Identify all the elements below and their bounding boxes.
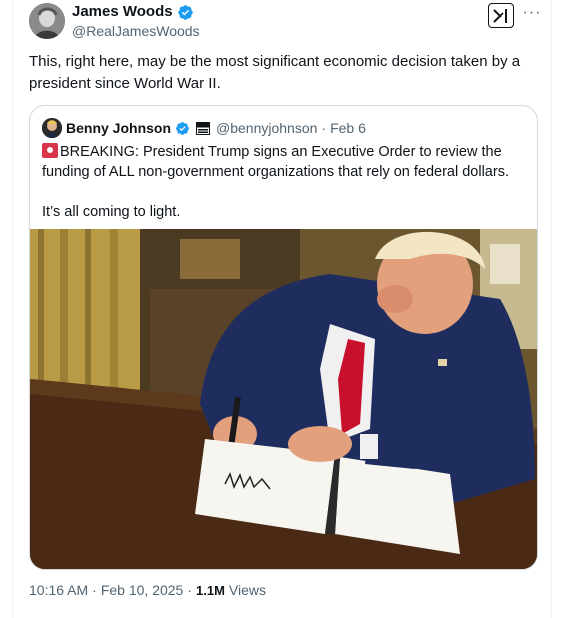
verified-badge-icon[interactable] (177, 4, 194, 21)
separator-dot: · (187, 582, 193, 598)
tweet-time[interactable]: 10:16 AM (29, 582, 88, 598)
affiliate-badge-icon[interactable] (196, 121, 211, 135)
more-options-button[interactable]: ··· (521, 2, 543, 24)
quoted-tweet[interactable]: Benny Johnson @bennyjohnson · Feb 6 BREA… (29, 105, 538, 570)
quoted-tweet-text: BREAKING: President Trump signs an Execu… (42, 142, 528, 222)
grok-icon (493, 8, 507, 23)
views-count[interactable]: 1.1M (196, 583, 225, 598)
quoted-date[interactable]: Feb 6 (330, 120, 366, 136)
author-info: James Woods @RealJamesWoods (72, 2, 200, 41)
quoted-text-line-2: It’s all coming to light. (42, 204, 181, 220)
author-handle[interactable]: @RealJamesWoods (72, 22, 200, 41)
siren-emoji-icon (42, 143, 58, 158)
quoted-author-name[interactable]: Benny Johnson (66, 120, 171, 136)
photo-illustration (30, 229, 537, 569)
tweet-card: James Woods @RealJamesWoods ··· This, ri… (12, 0, 552, 618)
author-display-name[interactable]: James Woods (72, 2, 173, 22)
tweet-text: This, right here, may be the most signif… (29, 53, 521, 92)
author-avatar[interactable] (29, 3, 65, 39)
user-avatar-icon (42, 118, 62, 138)
tweet-footer: 10:16 AM · Feb 10, 2025 · 1.1M Views (29, 582, 266, 598)
tweet-date[interactable]: Feb 10, 2025 (101, 582, 184, 598)
quoted-tweet-header: Benny Johnson @bennyjohnson · Feb 6 (42, 118, 366, 138)
quoted-author-handle[interactable]: @bennyjohnson (216, 120, 317, 136)
user-avatar-icon (29, 3, 65, 39)
quoted-author-avatar[interactable] (42, 118, 62, 138)
quoted-text-line-1: BREAKING: President Trump signs an Execu… (42, 144, 509, 180)
separator-dot: · (321, 120, 327, 136)
quoted-tweet-photo[interactable] (30, 229, 537, 569)
verified-badge-icon[interactable] (175, 121, 190, 136)
grok-button[interactable] (488, 3, 514, 28)
views-label: Views (228, 582, 267, 598)
separator-dot: · (92, 582, 97, 598)
